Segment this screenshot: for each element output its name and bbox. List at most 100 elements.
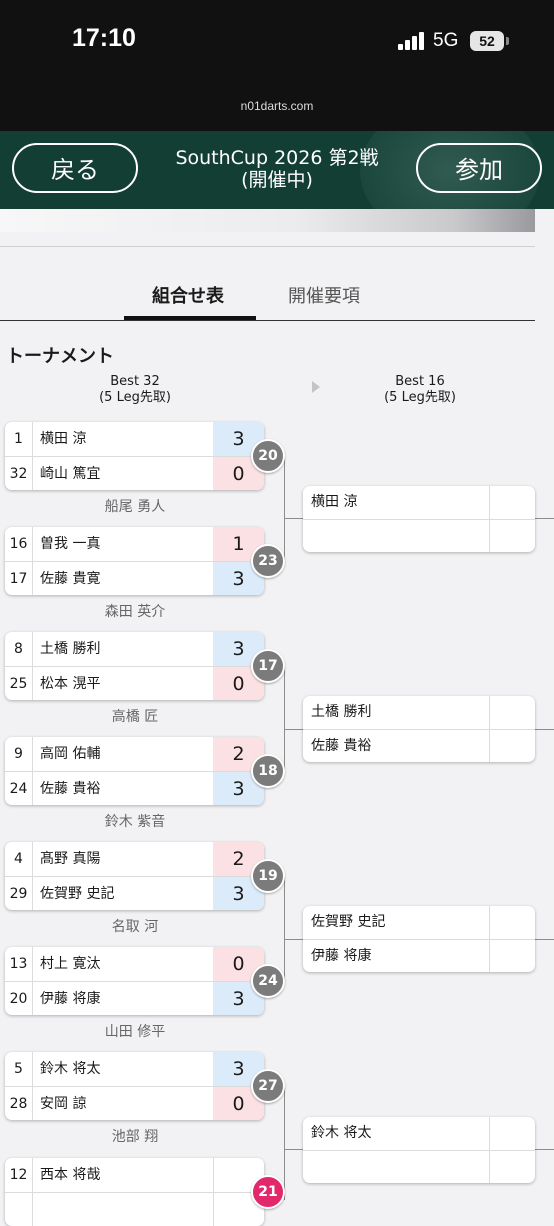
signal-icon bbox=[398, 32, 426, 50]
divider bbox=[0, 246, 535, 247]
player-name: 崎山 篤宜 bbox=[40, 466, 101, 482]
player-row: 13 村上 寛汰 0 bbox=[5, 947, 264, 981]
round-format: (5 Leg先取) bbox=[99, 390, 171, 405]
match-number-badge[interactable]: 18 bbox=[251, 754, 285, 788]
back-button[interactable]: 戻る bbox=[12, 143, 138, 193]
player-row: 1 横田 涼 3 bbox=[5, 422, 264, 456]
player-score bbox=[489, 696, 535, 729]
app-header: 戻る SouthCup 2026 第2戦 (開催中) 参加 bbox=[0, 131, 554, 209]
match-number-badge[interactable]: 23 bbox=[251, 544, 285, 578]
player-name: 鈴木 将太 bbox=[311, 1125, 372, 1141]
player-row: 4 髙野 真陽 2 bbox=[5, 842, 264, 876]
battery-tip bbox=[506, 37, 509, 45]
player-score bbox=[489, 730, 535, 762]
seed-number: 4 bbox=[5, 842, 33, 876]
match-card[interactable]: 9 高岡 佑輔 2 24 佐藤 貴裕 3 bbox=[5, 737, 264, 805]
match-card[interactable]: 16 曽我 一真 1 17 佐藤 貴寛 3 bbox=[5, 527, 264, 595]
tab-bar-line bbox=[0, 320, 535, 321]
player-name: 髙野 真陽 bbox=[40, 851, 101, 867]
player-row: 9 高岡 佑輔 2 bbox=[5, 737, 264, 771]
player-score bbox=[489, 1117, 535, 1150]
player-row: 12 西本 将哉 bbox=[5, 1158, 264, 1192]
match-number-badge[interactable]: 27 bbox=[251, 1069, 285, 1103]
player-row: 20 伊藤 将康 3 bbox=[5, 981, 264, 1015]
seed-number: 5 bbox=[5, 1052, 33, 1086]
player-row: 横田 涼 bbox=[303, 486, 535, 519]
player-row: 32 崎山 篤宜 0 bbox=[5, 456, 264, 490]
join-button[interactable]: 参加 bbox=[416, 143, 542, 193]
player-name: 佐藤 貴裕 bbox=[40, 781, 101, 797]
round-name: Best 16 bbox=[395, 374, 445, 389]
round2-match-card[interactable]: 横田 涼 bbox=[303, 486, 535, 552]
player-row: 5 鈴木 将太 3 bbox=[5, 1052, 264, 1086]
player-row: 佐賀野 史記 bbox=[303, 906, 535, 939]
section-title: トーナメント bbox=[6, 346, 114, 367]
player-row: 土橋 勝利 bbox=[303, 696, 535, 729]
player-score bbox=[489, 940, 535, 972]
url-label[interactable]: n01darts.com bbox=[0, 99, 554, 113]
seed-number: 29 bbox=[5, 877, 33, 910]
player-row: 29 佐賀野 史記 3 bbox=[5, 876, 264, 910]
player-name: 伊藤 将康 bbox=[40, 991, 101, 1007]
seed-number: 16 bbox=[5, 527, 33, 561]
match-card[interactable]: 5 鈴木 将太 3 28 安岡 諒 0 bbox=[5, 1052, 264, 1120]
round-name: Best 32 bbox=[110, 374, 160, 389]
referee-name: 船尾 勇人 bbox=[104, 499, 166, 515]
seed-number: 20 bbox=[5, 982, 33, 1015]
match-number-badge[interactable]: 20 bbox=[251, 439, 285, 473]
page-title-main: SouthCup 2026 第2戦 bbox=[175, 147, 379, 169]
player-row: 8 土橋 勝利 3 bbox=[5, 632, 264, 666]
seed-number: 25 bbox=[5, 667, 33, 700]
match-number-badge[interactable]: 17 bbox=[251, 649, 285, 683]
seed-number: 17 bbox=[5, 562, 33, 595]
player-name: 西本 将哉 bbox=[40, 1167, 101, 1183]
player-name: 佐賀野 史記 bbox=[311, 914, 386, 930]
battery-icon: 52 bbox=[470, 31, 504, 51]
player-row: 17 佐藤 貴寛 3 bbox=[5, 561, 264, 595]
player-score bbox=[489, 906, 535, 939]
round2-match-card[interactable]: 佐賀野 史記 伊藤 将康 bbox=[303, 906, 535, 972]
player-row: 25 松本 滉平 0 bbox=[5, 666, 264, 700]
status-time: 17:10 bbox=[72, 24, 136, 52]
player-score bbox=[489, 486, 535, 519]
tab-guidelines[interactable]: 開催要項 bbox=[288, 282, 360, 308]
round-header-best32: Best 32 (5 Leg先取) bbox=[60, 374, 210, 406]
player-row: 16 曽我 一真 1 bbox=[5, 527, 264, 561]
match-number-badge[interactable]: 19 bbox=[251, 859, 285, 893]
referee-name: 森田 英介 bbox=[104, 604, 166, 620]
player-name: 松本 滉平 bbox=[40, 676, 101, 692]
round-format: (5 Leg先取) bbox=[384, 390, 456, 405]
player-row bbox=[303, 519, 535, 552]
match-card[interactable]: 13 村上 寛汰 0 20 伊藤 将康 3 bbox=[5, 947, 264, 1015]
match-card[interactable]: 12 西本 将哉 bbox=[5, 1158, 264, 1226]
player-name: 村上 寛汰 bbox=[40, 956, 101, 972]
tab-bracket[interactable]: 組合せ表 bbox=[152, 282, 224, 308]
player-row bbox=[5, 1192, 264, 1226]
live-match-number-badge[interactable]: 21 bbox=[251, 1175, 285, 1209]
round2-match-card[interactable]: 鈴木 将太 bbox=[303, 1117, 535, 1183]
next-round-arrow-icon bbox=[312, 381, 320, 393]
seed-number: 32 bbox=[5, 457, 33, 490]
player-name: 伊藤 将康 bbox=[311, 948, 372, 964]
player-name: 土橋 勝利 bbox=[311, 704, 372, 720]
status-bar: 17:10 5G 52 n01darts.com bbox=[0, 0, 554, 131]
match-card[interactable]: 8 土橋 勝利 3 25 松本 滉平 0 bbox=[5, 632, 264, 700]
match-card[interactable]: 4 髙野 真陽 2 29 佐賀野 史記 3 bbox=[5, 842, 264, 910]
match-card[interactable]: 1 横田 涼 3 32 崎山 篤宜 0 bbox=[5, 422, 264, 490]
match-number-badge[interactable]: 24 bbox=[251, 964, 285, 998]
player-name: 曽我 一真 bbox=[40, 536, 101, 552]
player-score bbox=[489, 1151, 535, 1183]
player-name: 佐賀野 史記 bbox=[40, 886, 115, 902]
seed-number: 28 bbox=[5, 1087, 33, 1120]
player-row bbox=[303, 1150, 535, 1183]
player-name: 横田 涼 bbox=[311, 494, 358, 510]
referee-name: 高橋 匠 bbox=[111, 709, 159, 725]
round2-match-card[interactable]: 土橋 勝利 佐藤 貴裕 bbox=[303, 696, 535, 762]
seed-number: 24 bbox=[5, 772, 33, 805]
seed-number bbox=[5, 1193, 33, 1226]
seed-number: 1 bbox=[5, 422, 33, 456]
player-row: 伊藤 将康 bbox=[303, 939, 535, 972]
player-row: 鈴木 将太 bbox=[303, 1117, 535, 1150]
player-name: 高岡 佑輔 bbox=[40, 746, 101, 762]
player-name: 佐藤 貴寛 bbox=[40, 571, 101, 587]
